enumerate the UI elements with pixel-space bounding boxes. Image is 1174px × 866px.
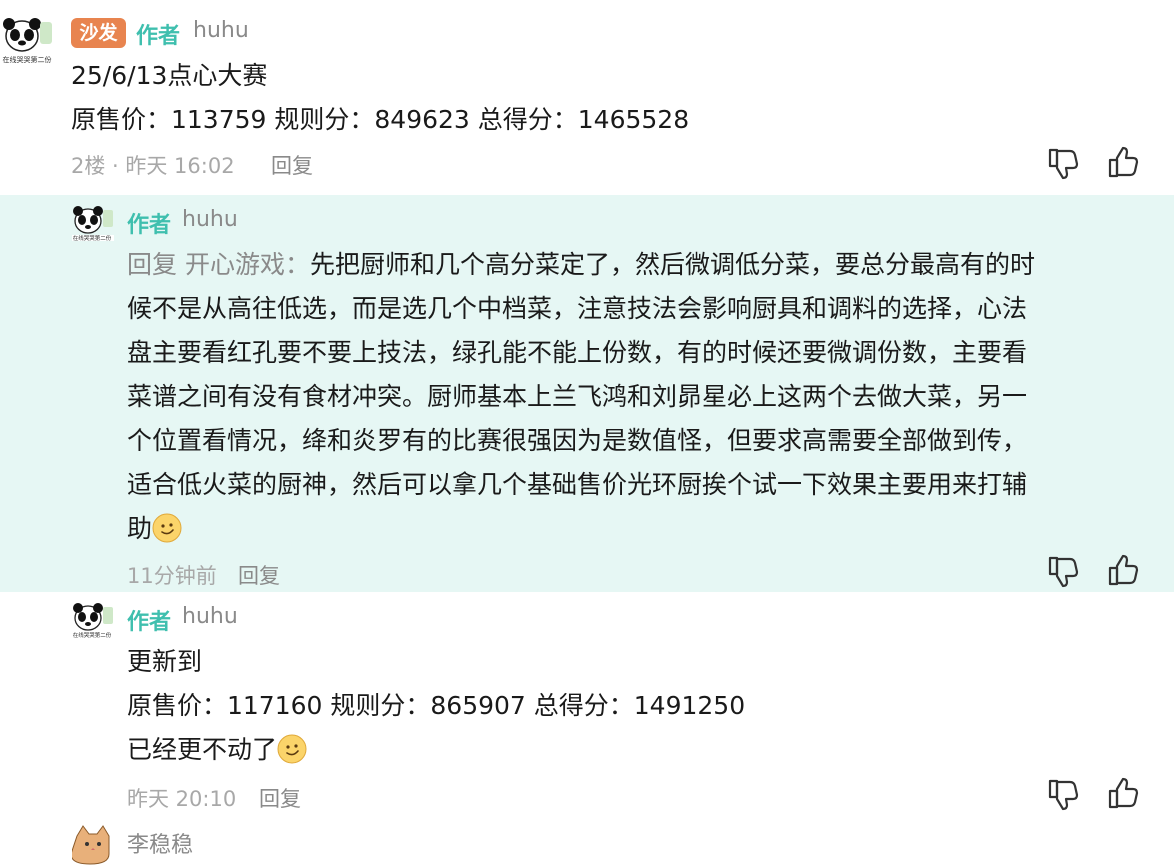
author-tag: 作者 — [136, 24, 181, 49]
username[interactable]: huhu — [182, 604, 238, 629]
panda-avatar-icon: 在线哭哭第二份 — [72, 206, 114, 242]
dislike-button[interactable] — [1045, 776, 1085, 816]
reply-button[interactable]: 回复 — [238, 560, 280, 590]
reply-line: 适合低火菜的厨神，然后可以拿几个基础售价光环厨挨个试一下效果主要用来打辅 — [127, 470, 1028, 499]
avatar[interactable]: 在线哭哭第二份 — [0, 16, 56, 66]
avatar[interactable]: 在线哭哭第二份 — [70, 206, 116, 242]
dislike-button[interactable] — [1045, 145, 1085, 185]
reply-button[interactable]: 回复 — [271, 150, 313, 180]
svg-text:在线哭哭第二份: 在线哭哭第二份 — [3, 55, 52, 64]
like-icon — [1108, 146, 1139, 178]
smile-emoji-icon — [277, 734, 307, 764]
like-button[interactable] — [1106, 776, 1146, 816]
reply-button[interactable]: 回复 — [259, 783, 301, 813]
reply-line: 先把厨师和几个高分菜定了，然后微调低分菜，要总分最高有的时 — [309, 250, 1035, 279]
avatar[interactable] — [72, 824, 114, 866]
reply-text: 已经更不动了 — [127, 735, 278, 764]
dislike-button[interactable] — [1045, 553, 1085, 593]
username[interactable]: huhu — [182, 207, 238, 232]
like-icon — [1108, 777, 1139, 809]
floor-time: 2楼 · 昨天 16:02 — [71, 154, 235, 178]
reply-time: 昨天 20:10 — [127, 787, 237, 811]
svg-text:在线哭哭第二份: 在线哭哭第二份 — [73, 631, 112, 639]
comment-stats: 原售价：113759 规则分：849623 总得分：1465528 — [71, 105, 690, 134]
avatar[interactable]: 在线哭哭第二份 — [70, 603, 116, 639]
panda-avatar-icon: 在线哭哭第二份 — [2, 18, 52, 64]
reply-text-line: 已经更不动了 — [127, 728, 307, 772]
reply-mention[interactable]: 回复 开心游戏： — [127, 250, 310, 279]
reply-line: 盘主要看红孔要不要上技法，绿孔能不能上份数，有的时候还要微调份数，主要看 — [127, 338, 1028, 367]
reply-line: 菜谱之间有没有食材冲突。厨师基本上兰飞鸿和刘昴星必上这两个去做大菜，另一 — [127, 382, 1028, 411]
reply-line: 助 — [127, 514, 153, 543]
cat-avatar-icon — [72, 825, 110, 865]
author-tag: 作者 — [127, 610, 172, 635]
author-tag: 作者 — [127, 213, 172, 238]
reply-stats: 原售价：117160 规则分：865907 总得分：1491250 — [127, 691, 746, 720]
dislike-icon — [1048, 779, 1079, 811]
svg-text:在线哭哭第二份: 在线哭哭第二份 — [73, 234, 112, 242]
username[interactable]: 李稳稳 — [127, 827, 193, 859]
dislike-icon — [1048, 556, 1079, 588]
reply-time: 11分钟前 — [127, 564, 217, 588]
reply-line: 个位置看情况，绛和炎罗有的比赛很强因为是数值怪，但要求高需要全部做到传， — [127, 426, 1028, 455]
reply-text: 回复 开心游戏：先把厨师和几个高分菜定了，然后微调低分菜，要总分最高有的时 候不… — [127, 243, 1137, 551]
sofa-badge: 沙发 — [71, 18, 126, 48]
dislike-icon — [1048, 148, 1079, 180]
like-icon — [1108, 554, 1139, 586]
like-button[interactable] — [1106, 553, 1146, 593]
smile-emoji-icon — [152, 513, 182, 543]
username[interactable]: huhu — [193, 18, 249, 43]
like-button[interactable] — [1106, 145, 1146, 185]
comment-title: 25/6/13点心大赛 — [71, 61, 268, 90]
reply-text-line: 更新到 — [127, 647, 203, 676]
reply-line: 候不是从高往低选，而是选几个中档菜，注意技法会影响厨具和调料的选择，心法 — [127, 294, 1028, 323]
panda-avatar-icon: 在线哭哭第二份 — [72, 603, 114, 639]
